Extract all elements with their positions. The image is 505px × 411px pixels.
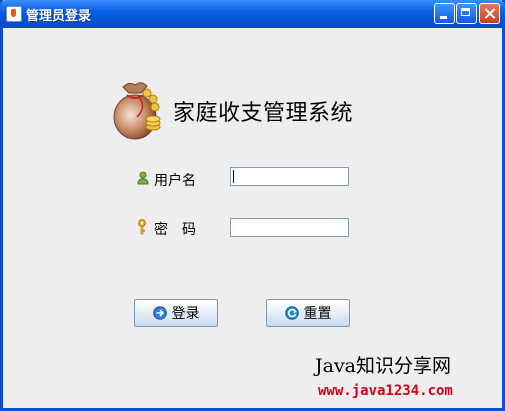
window-title: 管理员登录 [26, 9, 92, 24]
login-window: 管理员登录 家庭收支管理系统 用户名 密 码 登录 重置 Java知识分享网 w… [0, 0, 505, 411]
watermark-site-name: Java知识分享网 [315, 355, 452, 377]
money-bag-icon [113, 82, 161, 140]
reset-refresh-icon [284, 306, 299, 320]
title-bar[interactable]: 管理员登录 [0, 0, 505, 28]
username-label: 用户名 [154, 173, 196, 189]
system-title: 家庭收支管理系统 [173, 101, 354, 126]
reset-button[interactable]: 重置 [266, 299, 350, 327]
reset-button-label: 重置 [303, 306, 332, 322]
text-caret [233, 170, 234, 183]
java-app-icon [6, 6, 22, 22]
login-button[interactable]: 登录 [134, 299, 218, 327]
minimize-button[interactable] [434, 3, 455, 24]
user-icon [137, 171, 149, 185]
key-icon [138, 219, 146, 235]
login-arrow-icon [152, 306, 167, 320]
password-label: 密 码 [154, 222, 196, 238]
username-input[interactable] [230, 167, 349, 186]
maximize-button[interactable] [456, 3, 477, 24]
close-button[interactable] [479, 3, 500, 24]
password-input[interactable] [230, 218, 349, 237]
watermark-url: www.java1234.com [318, 383, 453, 399]
login-button-label: 登录 [171, 306, 200, 322]
login-panel: 家庭收支管理系统 用户名 密 码 登录 重置 Java知识分享网 www.jav… [3, 28, 502, 408]
